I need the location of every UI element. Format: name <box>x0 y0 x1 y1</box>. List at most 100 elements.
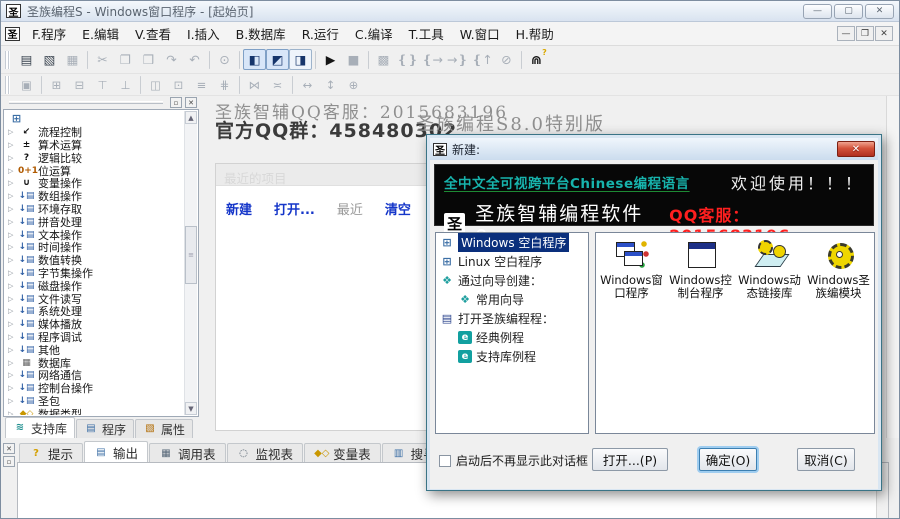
tree-item[interactable]: ▷ ◆◇ 数据类型 <box>5 407 184 415</box>
dock-restore-button[interactable]: ▫ <box>3 456 15 467</box>
tree-root[interactable]: ⊞ <box>5 113 184 126</box>
save-button[interactable]: ▦ <box>61 49 84 70</box>
tree-item[interactable]: ▷ ↓▤ 文本操作 <box>5 228 184 242</box>
tree-item[interactable]: ▷ ± 算术运算 <box>5 139 184 152</box>
expander-icon[interactable]: ▷ <box>8 167 15 175</box>
split-view-toggle[interactable]: ◩ <box>266 49 289 70</box>
expander-icon[interactable]: ▷ <box>8 141 15 149</box>
fit-both-button[interactable]: ⊕ <box>342 76 365 94</box>
maximize-button[interactable]: ▢ <box>834 3 863 19</box>
tree-item[interactable]: ▷ ↓▤ 网络通信 <box>5 369 184 382</box>
pause-button[interactable]: ⊘ <box>495 49 518 70</box>
project-type-item[interactable]: ❖ 通过向导创建： <box>436 271 588 290</box>
minimize-button[interactable]: — <box>803 3 832 19</box>
recent-link[interactable]: 清空 <box>385 199 411 218</box>
panel-grip[interactable] <box>9 101 163 104</box>
scroll-up-icon[interactable]: ▲ <box>185 111 197 124</box>
output-tab[interactable]: ▤ 输出 <box>84 441 149 463</box>
mdi-minimize-button[interactable]: — <box>837 26 855 41</box>
output-tab[interactable]: ◌ 监视表 <box>226 443 304 463</box>
menu-item[interactable]: B.数据库 <box>228 21 294 46</box>
stop-button[interactable]: ■ <box>342 49 365 70</box>
expander-icon[interactable]: ▷ <box>8 333 15 341</box>
menu-item[interactable]: I.插入 <box>179 21 228 46</box>
tree-item[interactable]: ▷ ∪ 变量操作 <box>5 177 184 190</box>
redo-button[interactable]: ↷ <box>160 49 183 70</box>
expander-icon[interactable]: ▷ <box>8 154 15 162</box>
project-type-item[interactable]: ▤ 打开圣族编程程： <box>436 309 588 328</box>
paste-button[interactable]: ❒ <box>137 49 160 70</box>
toolbar-grip[interactable] <box>5 50 10 69</box>
expander-icon[interactable]: ▷ <box>8 256 15 264</box>
expander-icon[interactable]: ▷ <box>8 384 15 392</box>
template-item[interactable]: Windows圣族编模块 <box>805 240 872 300</box>
tree-item[interactable]: ▷ ↓▤ 磁盘操作 <box>5 279 184 293</box>
same-width-button[interactable]: ≡ <box>190 76 213 94</box>
tree-item[interactable]: ▷ ↓▤ 圣包 <box>5 395 184 408</box>
panel-float-button[interactable]: ▫ <box>170 97 182 108</box>
run-to-cursor-button[interactable]: ❴↑ <box>470 49 495 70</box>
menu-item[interactable]: W.窗口 <box>452 21 508 46</box>
undo-button[interactable]: ↶ <box>183 49 206 70</box>
menu-item[interactable]: C.编译 <box>347 21 401 46</box>
space-vertical-button[interactable]: ≍ <box>266 76 289 94</box>
expander-icon[interactable]: ▷ <box>8 307 15 315</box>
project-type-item[interactable]: e 经典例程 <box>436 328 588 347</box>
center-vertical-button[interactable]: ⊡ <box>167 76 190 94</box>
form-view-toggle[interactable]: ◧ <box>243 49 266 70</box>
output-tab[interactable]: ▦ 调用表 <box>149 443 226 463</box>
expander-icon[interactable]: ▷ <box>8 320 15 328</box>
tree-item[interactable]: ▷ ↓▤ 媒体播放 <box>5 318 184 331</box>
menu-item[interactable]: F.程序 <box>24 21 74 46</box>
tree-item[interactable]: ▷ ↓▤ 程序调试 <box>5 331 184 344</box>
expander-icon[interactable]: ▷ <box>8 243 15 251</box>
expander-icon[interactable]: ▷ <box>8 397 15 405</box>
tree-item[interactable]: ▷ ↓▤ 系统处理 <box>5 305 184 318</box>
expander-icon[interactable]: ▷ <box>8 410 15 415</box>
tree-item[interactable]: ▷ ↓▤ 时间操作 <box>5 241 184 254</box>
menu-item[interactable]: H.帮助 <box>508 21 562 46</box>
panel-close-button[interactable]: ✕ <box>185 97 197 108</box>
expander-icon[interactable]: ▷ <box>8 295 15 303</box>
project-type-item[interactable]: ⊞ Windows 空白程序 <box>436 233 588 252</box>
step-into-button[interactable]: ❴→ <box>420 49 445 70</box>
cut-button[interactable]: ✂ <box>91 49 114 70</box>
tree-item[interactable]: ▷ 0+1 位运算 <box>5 164 184 178</box>
close-button[interactable]: ✕ <box>865 3 894 19</box>
cancel-button[interactable]: 取消(C) <box>797 448 855 471</box>
find-button[interactable]: ⊙ <box>213 49 236 70</box>
scroll-down-icon[interactable]: ▼ <box>185 402 197 415</box>
copy-button[interactable]: ❐ <box>114 49 137 70</box>
add-horizontal-button[interactable]: ⊞ <box>45 76 68 94</box>
dock-close-button[interactable]: ✕ <box>3 443 15 454</box>
output-tab[interactable]: ◆◇ 变量表 <box>304 443 381 463</box>
fit-width-button[interactable]: ↔ <box>296 76 319 94</box>
tree-item[interactable]: ▷ ↓▤ 数值转换 <box>5 254 184 267</box>
same-height-button[interactable]: ⋕ <box>213 76 236 94</box>
tree-item[interactable]: ▷ ↓▤ 文件读写 <box>5 292 184 306</box>
tree-item[interactable]: ▷ ↓▤ 字节集操作 <box>5 267 184 280</box>
tree-item[interactable]: ▷ ↓▤ 数组操作 <box>5 190 184 203</box>
step-out-button[interactable]: →❵ <box>445 49 470 70</box>
mdi-restore-button[interactable]: ❐ <box>856 26 874 41</box>
recent-link[interactable]: 打开... <box>274 199 315 218</box>
add-vertical-button[interactable]: ⊟ <box>68 76 91 94</box>
tree-item[interactable]: ▷ ↓▤ 环境存取 <box>5 203 184 216</box>
recent-link[interactable]: 新建 <box>226 199 252 218</box>
select-controls-button[interactable]: ▣ <box>15 76 38 94</box>
project-type-item[interactable]: ⊞ Linux 空白程序 <box>436 252 588 271</box>
menu-item[interactable]: E.编辑 <box>74 21 127 46</box>
center-horizontal-button[interactable]: ◫ <box>144 76 167 94</box>
explorer-scrollbar[interactable]: ▲ ≡ ▼ <box>184 111 197 415</box>
fit-height-button[interactable]: ↕ <box>319 76 342 94</box>
tree-item[interactable]: ▷ ↓▤ 拼音处理 <box>5 215 184 229</box>
output-tab[interactable]: ? 提示 <box>19 443 84 463</box>
expander-icon[interactable]: ▷ <box>8 179 15 187</box>
expander-icon[interactable]: ▷ <box>8 269 15 277</box>
tree-item[interactable]: ▷ ↓▤ 控制台操作 <box>5 382 184 395</box>
recent-link[interactable]: 最近 <box>337 199 363 218</box>
dialog-title-bar[interactable]: 圣 新建: ✕ <box>430 138 878 160</box>
menu-item[interactable]: T.工具 <box>401 21 452 46</box>
menu-item[interactable]: V.查看 <box>127 21 179 46</box>
template-item[interactable]: Windows窗口程序 <box>598 240 665 300</box>
